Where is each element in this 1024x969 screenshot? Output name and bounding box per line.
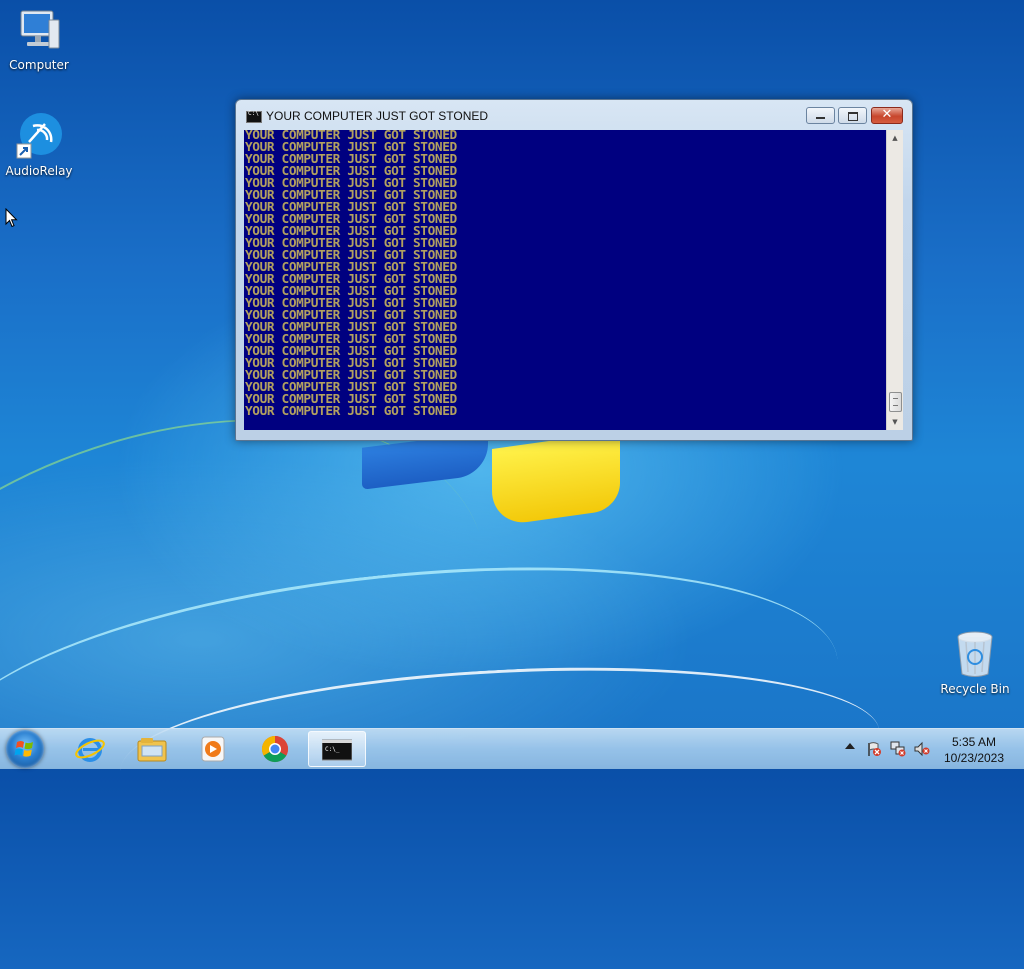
volume-muted-icon[interactable] [914,741,930,757]
command-prompt-icon: C:\_ [322,739,352,761]
window-title: YOUR COMPUTER JUST GOT STONED [266,109,489,123]
maximize-button[interactable] [838,107,867,124]
taskbar-clock[interactable]: 5:35 AM 10/23/2023 [934,734,1014,766]
desktop-icon-computer[interactable]: Computer [0,8,78,72]
taskbar: C:\_ 5:35 AM 10/23/2023 [0,728,1024,769]
scroll-down-arrow-icon[interactable]: ▼ [887,414,903,430]
desktop-icon-label: Recycle Bin [940,682,1010,696]
close-button[interactable]: ✕ [871,107,903,124]
scrollbar-thumb[interactable] [889,392,902,412]
taskbar-file-explorer[interactable] [124,731,178,767]
minimize-icon [816,117,825,119]
clock-date: 10/23/2023 [943,751,1005,765]
maximize-icon [848,112,858,121]
desktop-icon-audiorelay[interactable]: AudioRelay [0,112,78,178]
scroll-up-arrow-icon[interactable]: ▲ [887,130,903,146]
wallpaper-logo-yellow [492,431,620,527]
media-player-icon [201,736,225,762]
taskbar-chrome[interactable] [247,731,301,767]
internet-explorer-icon [75,738,105,762]
svg-text:C:\_: C:\_ [325,746,340,753]
taskbar-internet-explorer[interactable] [62,731,116,767]
console-window[interactable]: YOUR COMPUTER JUST GOT STONED ✕ YOUR COM… [235,99,913,441]
chrome-icon [261,735,289,763]
console-lines: YOUR COMPUTER JUST GOT STONED YOUR COMPUT… [244,130,886,418]
window-titlebar[interactable]: YOUR COMPUTER JUST GOT STONED ✕ [236,100,912,130]
file-explorer-icon [137,738,167,762]
console-output[interactable]: YOUR COMPUTER JUST GOT STONED YOUR COMPUT… [244,130,886,430]
computer-icon [20,10,60,49]
windows-logo-icon [14,741,33,757]
console-line: YOUR COMPUTER JUST GOT STONED [245,404,457,419]
desktop-icon-label: AudioRelay [5,164,73,178]
system-tray: 5:35 AM 10/23/2023 [840,729,1024,769]
minimize-button[interactable] [806,107,835,124]
wallpaper-swoosh [0,528,852,885]
desktop-icon-recycle-bin[interactable]: Recycle Bin [936,630,1014,696]
vertical-scrollbar[interactable]: ▲ ▼ [886,130,903,430]
close-icon: ✕ [881,107,893,122]
start-button[interactable] [6,730,44,768]
audiorelay-icon [16,113,62,159]
clock-time: 5:35 AM [951,735,997,749]
recycle-bin-icon [957,631,993,677]
taskbar-media-player[interactable] [185,731,239,767]
desktop-icon-label: Computer [9,58,69,72]
network-icon[interactable] [890,741,906,757]
mouse-cursor-icon [5,208,18,228]
show-hidden-icons-icon[interactable] [845,743,855,749]
command-prompt-icon [246,110,262,123]
action-center-flag-icon[interactable] [866,741,882,757]
taskbar-command-prompt[interactable]: C:\_ [308,731,366,767]
